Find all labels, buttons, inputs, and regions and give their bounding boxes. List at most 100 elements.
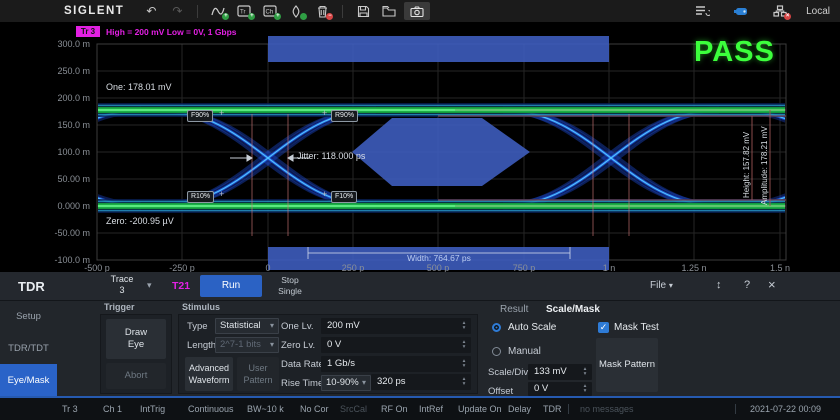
chevron-down-icon: ▾ [270, 319, 274, 333]
trigger-group: Trigger Draw Eye Abort [100, 302, 172, 396]
advanced-waveform-button[interactable]: Advanced Waveform [185, 357, 233, 391]
spinner-control[interactable]: ▴▾ [460, 357, 468, 371]
one-level-field-label: One Lv. [281, 321, 314, 332]
status-delay: Delay [508, 398, 531, 420]
scale-div-label: Scale/Div [488, 367, 528, 378]
tab-scale-mask[interactable]: Scale/Mask [546, 304, 600, 315]
status-bandwidth: BW~10 k [247, 398, 284, 420]
rise-time-label: Rise Time [281, 378, 323, 389]
y-tick: 100.0 m [46, 147, 90, 157]
add-channel-icon[interactable]: Ch + [259, 2, 281, 20]
tab-result[interactable]: Result [500, 304, 528, 315]
save-icon[interactable] [352, 2, 374, 20]
network-icon[interactable]: × [769, 2, 791, 20]
tab-setup[interactable]: Setup [0, 300, 57, 332]
status-divider [568, 404, 569, 414]
width-label: Width: 764.67 ps [389, 253, 489, 263]
tab-tdr-tdt[interactable]: TDR/TDT [0, 332, 57, 364]
zero-level-field[interactable]: 0 V ▴▾ [321, 337, 471, 353]
help-icon[interactable]: ? [744, 279, 750, 291]
top-toolbar: SIGLENT ↶ ↷ + Tr + Ch + − [0, 0, 840, 22]
rise-time-mode-dropdown[interactable]: 10-90% ▾ [321, 375, 371, 391]
resize-panel-icon[interactable]: ↕ [716, 279, 722, 291]
app-mode-label: TDR [18, 279, 45, 294]
y-tick: 150.0 m [46, 120, 90, 130]
probe-icon[interactable] [285, 2, 307, 20]
file-menu[interactable]: File ▾ [650, 280, 673, 291]
one-level-field[interactable]: 200 mV ▴▾ [321, 318, 471, 334]
control-panel: TDR Trace 3 ▾ T21 Run Stop Single File ▾… [0, 272, 840, 398]
stimulus-group: Stimulus Type Statistical ▾ One Lv. 200 … [178, 302, 478, 396]
auto-scale-radio[interactable] [492, 323, 501, 332]
add-waveform-icon[interactable]: + [207, 2, 229, 20]
status-ref: IntRef [419, 398, 443, 420]
height-label: Height: 157.82 mV [742, 132, 751, 198]
mask-pattern-button[interactable]: Mask Pattern [596, 338, 658, 392]
spinner-control[interactable]: ▴▾ [581, 383, 589, 395]
trace-selector[interactable]: Trace 3 [100, 274, 144, 296]
chevron-down-icon: ▾ [362, 376, 366, 390]
auto-scale-label[interactable]: Auto Scale [508, 322, 556, 333]
status-sweep: Continuous [188, 398, 234, 420]
usb-device-icon[interactable] [730, 2, 752, 20]
chevron-down-icon: ▾ [669, 281, 673, 290]
status-bar: Tr 3 Ch 1 IntTrig Continuous BW~10 k No … [0, 398, 840, 420]
stop-single-button[interactable]: Stop Single [266, 275, 314, 297]
open-file-icon[interactable] [378, 2, 400, 20]
f10-marker: F10% [331, 191, 357, 203]
spinner-control[interactable]: ▴▾ [460, 338, 468, 352]
spinner-control[interactable]: ▴▾ [460, 375, 468, 389]
cross-marker: + [322, 109, 327, 118]
redo-icon[interactable]: ↷ [166, 2, 188, 20]
close-icon[interactable]: × [768, 277, 776, 292]
y-tick: -50.00 m [46, 228, 90, 238]
local-remote-indicator[interactable]: Local [806, 6, 830, 17]
type-label: Type [187, 321, 208, 332]
add-trace-icon[interactable]: Tr + [233, 2, 255, 20]
status-trigger: IntTrig [140, 398, 165, 420]
trace-name: T21 [172, 280, 190, 292]
screenshot-icon[interactable] [404, 2, 430, 20]
zero-level-label: Zero: -200.95 µV [106, 216, 174, 226]
eye-diagram-plot: 300.0 m 250.0 m 200.0 m 150.0 m 100.0 m … [0, 22, 840, 272]
draw-eye-button[interactable]: Draw Eye [106, 319, 166, 359]
cross-marker: + [219, 109, 224, 118]
run-button[interactable]: Run [200, 275, 262, 297]
delete-icon[interactable]: − [311, 2, 333, 20]
r10-marker: R10% [187, 191, 214, 203]
left-tab-bar: Setup TDR/TDT Eye/Mask [0, 300, 57, 396]
undo-icon[interactable]: ↶ [140, 2, 162, 20]
mask-test-label[interactable]: Mask Test [614, 322, 659, 333]
manual-radio[interactable] [492, 347, 501, 356]
status-channel: Ch 1 [103, 398, 122, 420]
zero-level-field-label: Zero Lv. [281, 340, 315, 351]
length-dropdown[interactable]: 2^7-1 bits ▾ [215, 337, 279, 353]
amplitude-label: Amplitude: 178.21 mV [760, 126, 769, 205]
oscilloscope-app: SIGLENT ↶ ↷ + Tr + Ch + − [0, 0, 840, 420]
jitter-label: Jitter: 118.000 ps [297, 151, 365, 161]
status-rf: RF On [381, 398, 408, 420]
manual-label[interactable]: Manual [508, 346, 541, 357]
preset-sequence-icon[interactable] [691, 2, 713, 20]
chevron-down-icon[interactable]: ▾ [147, 280, 152, 291]
data-rate-field[interactable]: 1 Gb/s ▴▾ [321, 356, 471, 372]
status-srccal: SrcCal [340, 398, 367, 420]
rise-time-field[interactable]: 320 ps ▴▾ [371, 374, 471, 390]
y-tick: 250.0 m [46, 66, 90, 76]
toolbar-separator [342, 5, 343, 18]
offset-field[interactable]: 0 V ▴▾ [528, 382, 592, 396]
scale-div-field[interactable]: 133 mV ▴▾ [528, 364, 592, 380]
r90-marker: R90% [331, 110, 358, 122]
trigger-title: Trigger [104, 302, 135, 312]
user-pattern-button[interactable]: User Pattern [237, 357, 279, 391]
y-tick: 200.0 m [46, 93, 90, 103]
spinner-control[interactable]: ▴▾ [581, 365, 589, 379]
y-tick: 50.00 m [46, 174, 90, 184]
tab-eye-mask[interactable]: Eye/Mask [0, 364, 57, 396]
toolbar-right: × Local [689, 2, 830, 20]
abort-button[interactable]: Abort [106, 363, 166, 389]
length-label: Length [187, 340, 216, 351]
mask-test-checkbox[interactable]: ✓ [598, 322, 609, 333]
type-dropdown[interactable]: Statistical ▾ [215, 318, 279, 334]
spinner-control[interactable]: ▴▾ [460, 319, 468, 333]
